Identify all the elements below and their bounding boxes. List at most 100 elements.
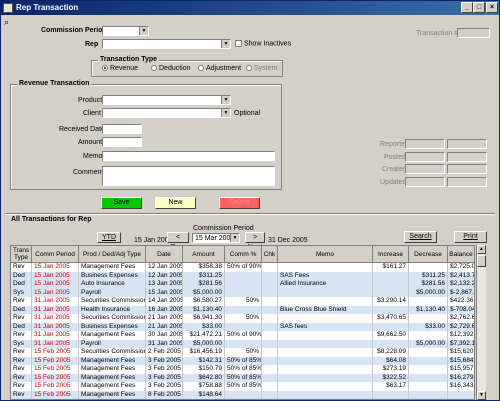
- cell-decrease: [409, 365, 448, 374]
- find-icon[interactable]: ⌕: [4, 17, 9, 28]
- cell-increase: $8,228.09: [373, 348, 409, 357]
- radio-system-label: System: [254, 65, 278, 72]
- commission-period-label: Commission Period: [41, 27, 107, 34]
- table-row[interactable]: Rev 15 Feb 2005 Management Fees 3 Feb 2005 $…: [11, 382, 474, 391]
- cell-memo: [278, 373, 373, 382]
- transactions-table[interactable]: Trans Type Comm Period Prod / Ded/Adj Type…: [10, 245, 475, 400]
- radio-selected-icon[interactable]: [102, 65, 108, 72]
- rep-transaction-window: Rep Transaction _ □ × ⌕ Commission Perio…: [0, 0, 500, 401]
- column-header-trans-type[interactable]: Trans Type: [11, 246, 32, 263]
- column-header-comm-period[interactable]: Comm Period: [32, 246, 79, 263]
- table-row[interactable]: Sys 31 Jan 2005 Payroll 31 Jan 2005 $5,000.0…: [11, 339, 474, 348]
- table-row[interactable]: Rev 15 Feb 2005 Management Fees 3 Feb 2005 $…: [11, 365, 474, 374]
- cell-comm-pct: 50%: [225, 348, 262, 357]
- cell-balance: $12,392.11: [450, 331, 474, 338]
- updated-date-field: [405, 177, 445, 187]
- table-row[interactable]: Rev 15 Feb 2005 Management Fees 3 Feb 2005 $…: [11, 373, 474, 382]
- cell-comm-period: 31 Jan 2005: [32, 314, 79, 323]
- cell-chk: [262, 348, 278, 357]
- table-row[interactable]: Rev 31 Jan 2005 Securities Commissions 14 J…: [11, 297, 474, 306]
- cell-amount: $311.25: [183, 271, 225, 280]
- search-button[interactable]: Search: [404, 231, 437, 243]
- received-date-field[interactable]: [102, 124, 142, 134]
- product-select[interactable]: ▼: [102, 95, 231, 105]
- column-header-increase[interactable]: Increase: [373, 246, 409, 263]
- column-header-decrease[interactable]: Decrease: [409, 246, 448, 263]
- cell-type: Payroll: [79, 288, 146, 297]
- radio-adjustment[interactable]: Adjustment: [198, 65, 241, 72]
- cell-comm-period: 31 Jan 2005: [32, 322, 79, 331]
- memo-field[interactable]: [102, 151, 275, 161]
- scroll-up-icon[interactable]: ▲: [477, 245, 486, 254]
- radio-icon[interactable]: [198, 65, 204, 72]
- print-button[interactable]: Print: [454, 231, 487, 243]
- cell-comm-pct: 50% of 90%: [227, 331, 262, 340]
- client-select[interactable]: ▼: [102, 108, 231, 118]
- column-header-date[interactable]: Date: [146, 246, 183, 263]
- amount-field[interactable]: [102, 137, 142, 147]
- scroll-down-icon[interactable]: ▼: [477, 391, 486, 400]
- save-button[interactable]: Save: [101, 197, 142, 209]
- table-row[interactable]: Ded 15 Jan 2005 Business Expenses 12 Jan 20…: [11, 271, 474, 280]
- cell-memo: [278, 263, 373, 272]
- cell-date: 13 Jan 2005: [148, 280, 183, 289]
- column-header-type[interactable]: Prod / Ded/Adj Type: [79, 246, 146, 263]
- radio-deduction[interactable]: Deduction: [151, 65, 191, 72]
- range-end-date: 31 Dec 2005: [268, 237, 308, 244]
- table-row[interactable]: Rev 31 Jan 2005 Management Fees 30 Jan 2005…: [11, 331, 474, 340]
- table-row[interactable]: Ded 15 Jan 2005 Auto Insurance 13 Jan 2005 $…: [11, 280, 474, 289]
- table-row[interactable]: Rev 31 Jan 2005 Securities Commissions 21 J…: [11, 314, 474, 323]
- commission-period-select[interactable]: ▼: [102, 26, 149, 36]
- show-inactives-checkbox[interactable]: Show Inactives: [235, 40, 291, 47]
- table-row[interactable]: Rev 15 Feb 2005 Management Fees 8 Feb 2005 $…: [11, 390, 474, 399]
- cell-balance: $16,279.99: [450, 373, 474, 381]
- minimize-icon[interactable]: _: [461, 2, 473, 13]
- new-button[interactable]: New: [155, 197, 196, 209]
- chevron-down-icon: ▼: [221, 96, 230, 104]
- prev-period-button[interactable]: < Prev: [167, 232, 189, 251]
- scroll-thumb[interactable]: [477, 255, 486, 267]
- close-icon[interactable]: ×: [486, 2, 498, 13]
- column-header-amount[interactable]: Amount: [183, 246, 225, 263]
- table-row[interactable]: Sys 15 Jan 2005 Payroll 15 Jan 2005 $5,000.0…: [11, 288, 474, 297]
- cell-type: Securities Commissions: [81, 297, 146, 306]
- checkbox-box[interactable]: [235, 40, 242, 47]
- next-period-button[interactable]: > Next: [245, 232, 265, 251]
- cell-memo: [278, 314, 373, 323]
- cell-amount: $6,941.30: [183, 314, 225, 323]
- posted-date-field: [405, 152, 445, 162]
- cell-comm-pct: [225, 322, 262, 331]
- radio-revenue[interactable]: Revenue: [102, 65, 138, 72]
- cell-type: Management Fees: [79, 331, 146, 340]
- table-row[interactable]: Rev 15 Feb 2005 Management Fees 3 Feb 2005 $…: [11, 356, 474, 365]
- table-row[interactable]: Ded 31 Jan 2005 Health Insurance 16 Jan 200…: [11, 305, 475, 314]
- maximize-icon[interactable]: □: [473, 2, 485, 13]
- cell-trans-type: Rev: [11, 365, 32, 374]
- cell-comm-pct: 50%: [225, 297, 262, 306]
- cell-comm-period: 15 Jan 2005: [32, 263, 79, 272]
- vertical-scrollbar[interactable]: ▲ ▼: [476, 245, 486, 400]
- table-row[interactable]: Rev 15 Feb 2005 Securities Commissions 2 Fe…: [11, 348, 474, 357]
- cell-chk: [262, 339, 278, 348]
- radio-icon[interactable]: [151, 65, 157, 72]
- cell-balance: $-708.04: [450, 305, 475, 313]
- cell-trans-type: Rev: [11, 348, 32, 357]
- rep-select[interactable]: ▼: [102, 39, 231, 49]
- cell-date: 2 Feb 2005: [146, 348, 183, 357]
- cell-decrease: [409, 373, 448, 382]
- cell-decrease: $5,000.00: [409, 339, 448, 348]
- column-header-memo[interactable]: Memo: [278, 246, 373, 263]
- period-select[interactable]: 15 Mar 2004 ▼: [192, 233, 240, 243]
- column-header-comm-pct[interactable]: Comm %: [225, 246, 262, 263]
- window-title: Rep Transaction: [16, 3, 79, 12]
- table-row[interactable]: Ded 31 Jan 2005 Business Expenses 21 Jan 20…: [11, 322, 474, 331]
- cell-increase: $64.08: [373, 356, 409, 365]
- cell-comm-pct: 50%: [225, 314, 262, 323]
- column-header-balance[interactable]: Balance: [448, 246, 474, 263]
- ytd-button[interactable]: YTD: [97, 232, 121, 243]
- column-header-chk[interactable]: Chk: [262, 246, 278, 263]
- comments-field[interactable]: [102, 166, 275, 186]
- cell-chk: [262, 297, 278, 306]
- table-row[interactable]: Rev 15 Jan 2005 Management Fees 12 Jan 2005…: [11, 263, 474, 272]
- cell-date: 14 Jan 2005: [148, 297, 183, 306]
